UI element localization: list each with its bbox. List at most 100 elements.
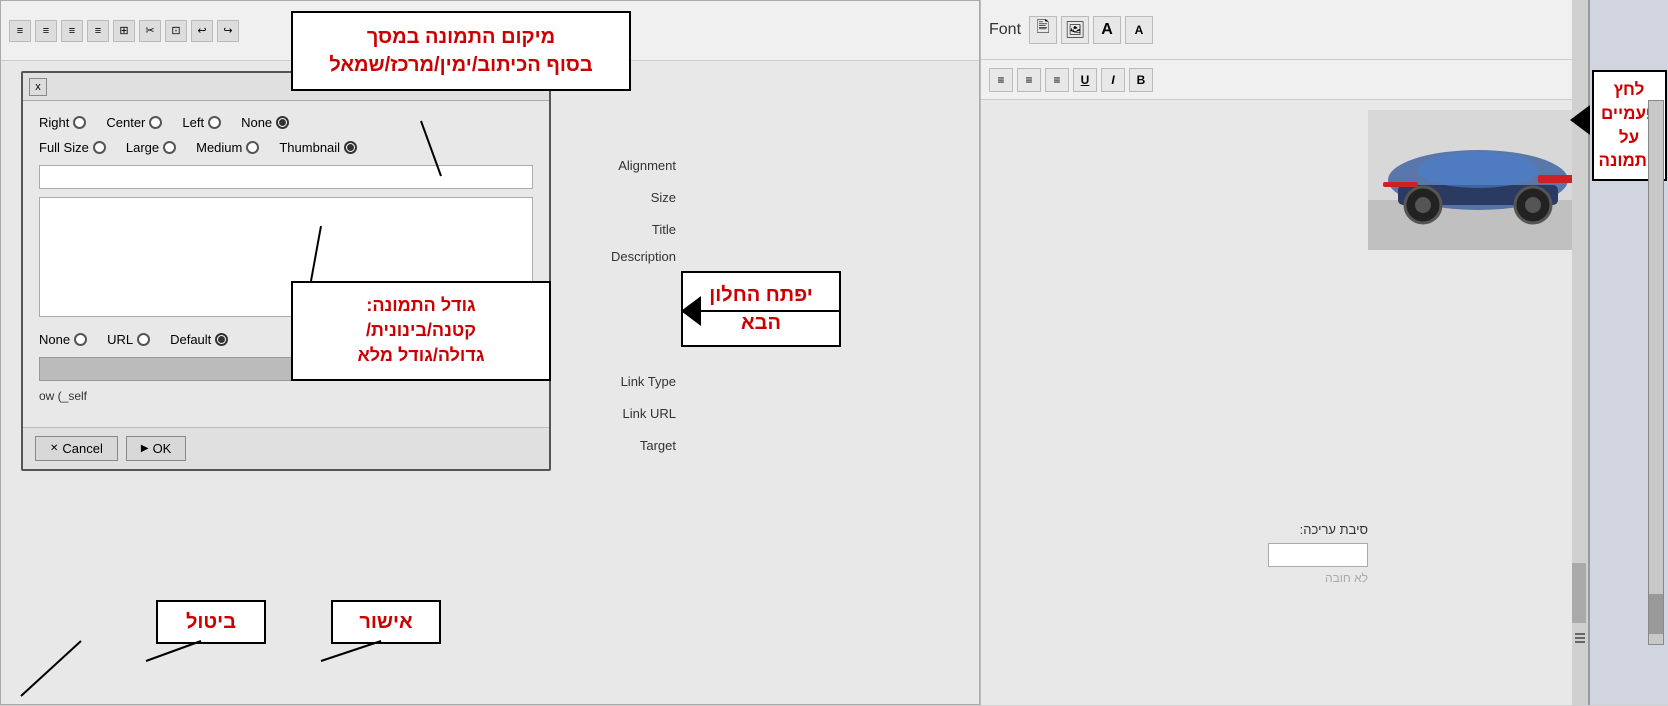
car-svg [1368, 110, 1588, 250]
radio-fullsize-label: Full Size [39, 140, 89, 155]
link-input-field[interactable] [1268, 543, 1368, 567]
radio-left-label: Left [182, 115, 204, 130]
car-image[interactable] [1368, 110, 1588, 250]
right-arrow-svg [1570, 100, 1600, 140]
annotation-middle-box: גודל התמונה: קטנה/בינונית/ גדולה/גודל מל… [291, 281, 551, 381]
radio-center[interactable]: Center [106, 115, 162, 130]
alignment-radio-row: Right Center Left None [39, 115, 533, 130]
radio-large-label: Large [126, 140, 159, 155]
toolbar-icon-9[interactable]: ↪ [217, 20, 239, 42]
radio-link-none[interactable]: None [39, 332, 87, 347]
annotation-top-line1: מיקום התמונה במסך [309, 23, 613, 51]
radio-left-circle[interactable] [208, 116, 221, 129]
annotation-middle-line3: גדולה/גודל מלא [305, 343, 537, 368]
dialog-close-button[interactable]: x [29, 78, 47, 96]
link-url-label-wrap: Link URL [556, 397, 676, 429]
annotation-middle-line2: קטנה/בינונית/ [305, 318, 537, 343]
radio-center-circle[interactable] [149, 116, 162, 129]
bold-btn[interactable]: B [1129, 68, 1153, 92]
radio-right[interactable]: Right [39, 115, 86, 130]
second-toolbar: ≡ ≡ ≡ U I B [981, 60, 1588, 100]
font-label: Font [989, 21, 1021, 39]
far-right-sidebar: לחץ פעמיים על התמונה [1588, 0, 1668, 705]
dialog-area: ≡ ≡ ≡ ≡ ⊞ ✂ ⊡ ↩ ↪ x Right [0, 0, 980, 705]
radio-large-circle[interactable] [163, 141, 176, 154]
not-required-label: לא חובה [1325, 571, 1368, 585]
align-left-btn[interactable]: ≡ [989, 68, 1013, 92]
description-label-wrap: Description [556, 245, 676, 365]
underline-btn[interactable]: U [1073, 68, 1097, 92]
cancel-button[interactable]: ✕ Cancel [35, 436, 118, 461]
link-input-row [991, 543, 1368, 567]
radio-link-url[interactable]: URL [107, 332, 150, 347]
annotation-top-line2: בסוף הכיתוב/ימין/מרכז/שמאל [309, 51, 613, 79]
radio-thumbnail-circle[interactable] [344, 141, 357, 154]
align-center-btn[interactable]: ≡ [1017, 68, 1041, 92]
radio-medium-circle[interactable] [246, 141, 259, 154]
radio-link-default[interactable]: Default [170, 332, 228, 347]
sidebar-scrollbar[interactable] [1648, 100, 1664, 645]
toolbar-icon-3[interactable]: ≡ [61, 20, 83, 42]
link-url-label: Link URL [623, 406, 676, 421]
annotation-cancel-box: ביטול [156, 600, 266, 644]
toolbar-icon-4[interactable]: ≡ [87, 20, 109, 42]
link-type-label-wrap: Link Type [556, 365, 676, 397]
radio-right-label: Right [39, 115, 69, 130]
toolbar-icon-5[interactable]: ⊞ [113, 20, 135, 42]
cancel-label: Cancel [62, 441, 102, 456]
font-icon-1[interactable]: 🖹 [1029, 16, 1057, 44]
not-required-wrap: לא חובה [991, 571, 1368, 585]
toolbar-icon-1[interactable]: ≡ [9, 20, 31, 42]
ok-label: OK [153, 441, 172, 456]
radio-medium[interactable]: Medium [196, 140, 259, 155]
font-icon-2[interactable]: 🖼 [1061, 16, 1089, 44]
field-labels-panel: Alignment Size Title Description Link Ty… [556, 149, 676, 461]
edit-label: סיבת עריכה: [1300, 522, 1368, 537]
radio-none-label: None [241, 115, 272, 130]
radio-link-default-label: Default [170, 332, 211, 347]
radio-link-default-circle[interactable] [215, 333, 228, 346]
sidebar-scrollbar-thumb[interactable] [1649, 594, 1663, 634]
dialog-footer: ✕ Cancel ▶ OK [23, 427, 549, 469]
right-content-area [981, 110, 1368, 705]
font-size-large[interactable]: A [1093, 16, 1121, 44]
toolbar-icon-7[interactable]: ⊡ [165, 20, 187, 42]
ok-icon: ▶ [141, 443, 149, 454]
scrollbar-thumb[interactable] [1572, 563, 1586, 623]
radio-link-none-label: None [39, 332, 70, 347]
radio-none-circle[interactable] [276, 116, 289, 129]
dialog-window: x Right Center Left [21, 71, 551, 471]
right-panel: Font 🖹 🖼 A A ≡ ≡ ≡ U I B [980, 0, 1588, 705]
font-size-small[interactable]: A [1125, 16, 1153, 44]
size-label-wrap: Size [556, 181, 676, 213]
annotation-next-window-box: יפתח החלון הבא [681, 271, 841, 347]
size-radio-row: Full Size Large Medium Thumbnail [39, 140, 533, 155]
radio-link-none-circle[interactable] [74, 333, 87, 346]
radio-large[interactable]: Large [126, 140, 176, 155]
scroll-line-3 [1575, 641, 1585, 643]
radio-right-circle[interactable] [73, 116, 86, 129]
edit-label-wrap: סיבת עריכה: [991, 522, 1368, 537]
toolbar-icon-8[interactable]: ↩ [191, 20, 213, 42]
radio-fullsize-circle[interactable] [93, 141, 106, 154]
target-label: Target [640, 438, 676, 453]
radio-link-url-circle[interactable] [137, 333, 150, 346]
scrollbar-bottom-icon [1573, 631, 1587, 645]
annotation-right-line1: לחץ [1600, 78, 1659, 102]
radio-left[interactable]: Left [182, 115, 221, 130]
ok-button[interactable]: ▶ OK [126, 436, 187, 461]
radio-medium-label: Medium [196, 140, 242, 155]
annotation-cancel-label: ביטול [168, 608, 254, 636]
radio-fullsize[interactable]: Full Size [39, 140, 106, 155]
toolbar-icon-2[interactable]: ≡ [35, 20, 57, 42]
italic-btn[interactable]: I [1101, 68, 1125, 92]
title-input[interactable] [39, 165, 533, 189]
radio-center-label: Center [106, 115, 145, 130]
title-label-wrap: Title [556, 213, 676, 245]
radio-thumbnail[interactable]: Thumbnail [279, 140, 357, 155]
title-label: Title [652, 222, 676, 237]
align-right-btn[interactable]: ≡ [1045, 68, 1069, 92]
radio-none[interactable]: None [241, 115, 289, 130]
target-value: ow (_self [39, 389, 87, 403]
toolbar-icon-6[interactable]: ✂ [139, 20, 161, 42]
